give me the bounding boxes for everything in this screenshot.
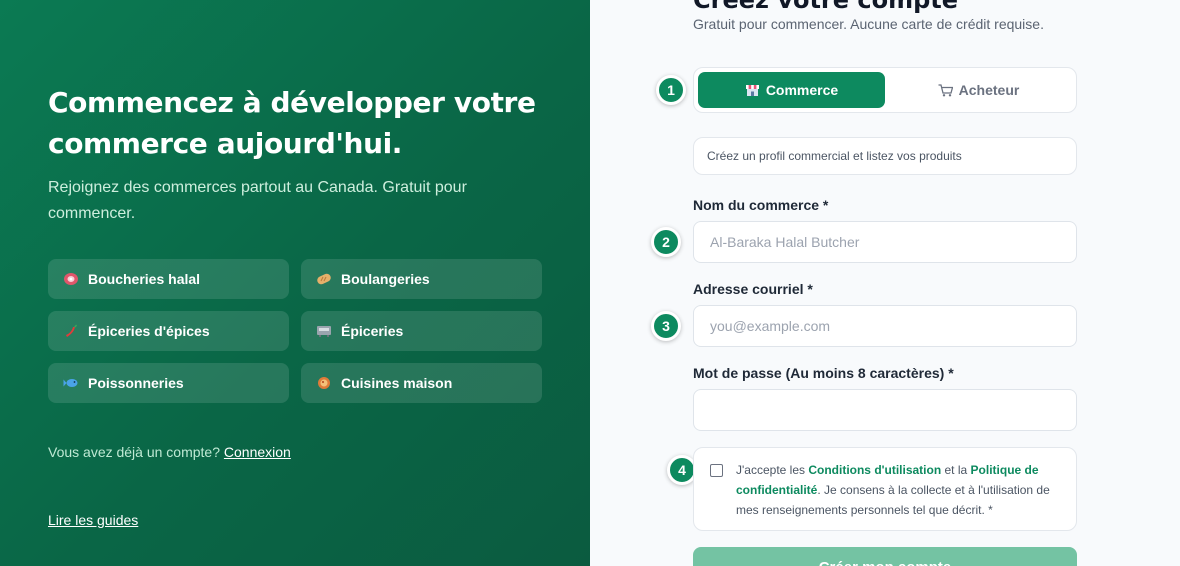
form-title: Créez votre compte <box>693 0 959 14</box>
hero-title: Commencez à développer votre commerce au… <box>48 86 536 160</box>
account-type-toggle: Commerce Acheteur <box>693 67 1077 113</box>
food-bowl-icon <box>315 376 333 390</box>
category-chip: Boulangeries <box>301 259 542 299</box>
login-link[interactable]: Connexion <box>224 444 291 460</box>
bread-icon <box>315 272 333 286</box>
account-type-acheteur[interactable]: Acheteur <box>885 72 1072 108</box>
hero-subtitle: Rejoignez des commerces partout au Canad… <box>48 179 467 222</box>
fish-icon <box>62 376 80 390</box>
cart-icon <box>938 83 953 97</box>
chili-icon <box>62 324 80 338</box>
step-badge-1: 1 <box>656 75 686 105</box>
guides-link[interactable]: Lire les guides <box>48 512 138 528</box>
step-badge-3: 3 <box>651 311 681 341</box>
category-chip: Poissonneries <box>48 363 289 403</box>
email-input[interactable] <box>693 305 1077 347</box>
step-badge-2: 2 <box>651 227 681 257</box>
promo-panel: Commencez à développer votre commerce au… <box>0 0 590 566</box>
terms-of-use-link[interactable]: Conditions d'utilisation <box>808 463 941 477</box>
category-label: Cuisines maison <box>341 375 453 391</box>
grocery-icon <box>315 324 333 338</box>
category-label: Épiceries d'épices <box>88 323 210 339</box>
account-type-hint: Créez un profil commercial et listez vos… <box>693 137 1077 175</box>
terms-text-part: J'accepte les <box>736 463 809 477</box>
login-prompt-text: Vous avez déjà un compte? <box>48 444 221 460</box>
category-chip: Épiceries <box>301 311 542 351</box>
category-label: Épiceries <box>341 323 404 339</box>
category-label: Boucheries halal <box>88 271 201 287</box>
create-account-button[interactable]: Créer mon compte <box>693 547 1077 566</box>
category-label: Poissonneries <box>88 375 184 391</box>
password-label: Mot de passe (Au moins 8 caractères) * <box>693 365 954 381</box>
terms-text: J'accepte les Conditions d'utilisation e… <box>736 460 1062 520</box>
account-type-label: Commerce <box>765 82 839 98</box>
terms-consent: J'accepte les Conditions d'utilisation e… <box>693 447 1077 531</box>
email-label: Adresse courriel * <box>693 281 813 297</box>
meat-icon <box>62 272 80 286</box>
terms-checkbox[interactable] <box>710 464 723 477</box>
account-type-label: Acheteur <box>958 82 1020 98</box>
business-name-input[interactable] <box>693 221 1077 263</box>
account-type-commerce[interactable]: Commerce <box>698 72 885 108</box>
store-icon <box>745 84 760 97</box>
business-name-label: Nom du commerce * <box>693 197 829 213</box>
form-subtitle: Gratuit pour commencer. Aucune carte de … <box>693 16 1044 32</box>
category-chip: Cuisines maison <box>301 363 542 403</box>
category-label: Boulangeries <box>341 271 430 287</box>
login-prompt: Vous avez déjà un compte? Connexion <box>48 444 291 460</box>
terms-text-part: et la <box>941 463 971 477</box>
category-chip: Boucheries halal <box>48 259 289 299</box>
signup-form: Créez votre compte Gratuit pour commence… <box>590 0 1180 566</box>
category-chip: Épiceries d'épices <box>48 311 289 351</box>
password-input[interactable] <box>693 389 1077 431</box>
